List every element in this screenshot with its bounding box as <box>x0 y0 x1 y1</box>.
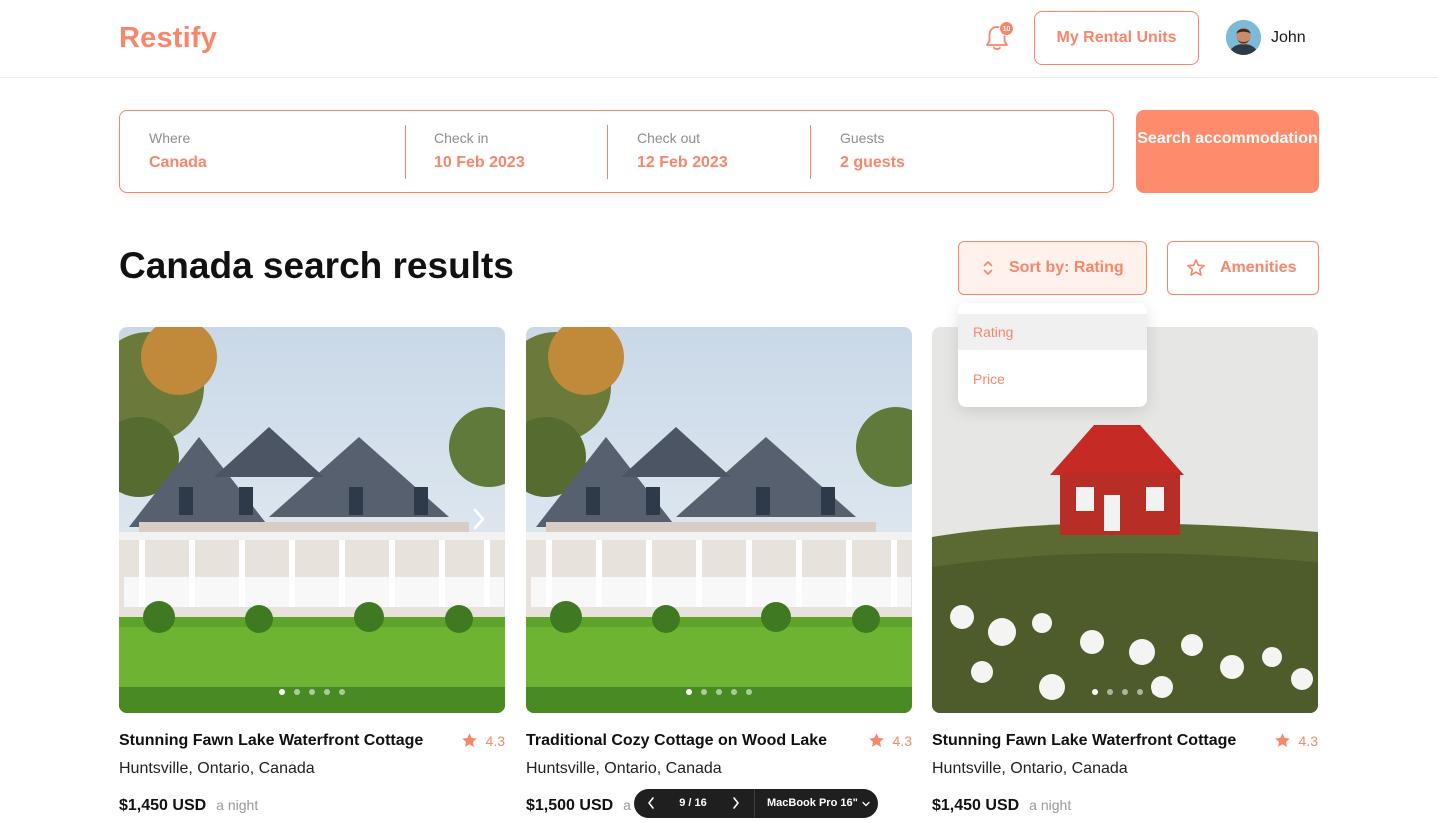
logo[interactable]: Restify <box>119 22 217 55</box>
listing-price: $1,450 USD a night <box>119 797 258 815</box>
pagination-dot[interactable] <box>731 689 737 695</box>
pagination-dot[interactable] <box>701 689 707 695</box>
star-icon <box>868 733 884 747</box>
listing-location: Huntsville, Ontario, Canada <box>119 760 315 777</box>
sort-arrows-icon <box>981 259 995 277</box>
user-name: John <box>1271 28 1306 46</box>
price-period: a night <box>1029 797 1072 813</box>
pagination-dot[interactable] <box>339 689 345 695</box>
listing-rating: 4.3 <box>868 732 912 749</box>
sort-dropdown-menu: Rating Price <box>958 303 1147 407</box>
pagination-dot[interactable] <box>279 689 285 695</box>
star-icon <box>1274 733 1290 747</box>
where-value: Canada <box>149 154 207 171</box>
photo-pagination <box>932 689 1318 695</box>
notification-badge: 10 <box>999 21 1014 36</box>
chevron-down-icon[interactable] <box>862 799 870 807</box>
guests-field[interactable]: Guests 2 guests <box>840 111 1090 191</box>
listing-photo[interactable] <box>526 327 912 713</box>
star-icon <box>461 733 477 747</box>
listing-location: Huntsville, Ontario, Canada <box>526 760 722 777</box>
prototype-toolbar: 9 / 16 MacBook Pro 16" <box>634 789 878 818</box>
check-in-value: 10 Feb 2023 <box>434 154 525 171</box>
price-value: $1,500 USD <box>526 797 614 814</box>
top-nav: Restify 10 My Rental Units John <box>0 0 1438 78</box>
photo-pagination <box>526 689 912 695</box>
page-indicator: 9 / 16 <box>679 797 707 809</box>
pagination-dot[interactable] <box>1122 689 1128 695</box>
price-value: $1,450 USD <box>932 797 1020 814</box>
divider <box>754 789 755 818</box>
listing-title[interactable]: Traditional Cozy Cottage on Wood Lake <box>526 732 827 750</box>
amenities-label: Amenities <box>1220 259 1297 276</box>
divider <box>405 125 406 179</box>
where-field[interactable]: Where Canada <box>149 111 399 191</box>
check-out-value: 12 Feb 2023 <box>637 154 728 171</box>
search-accommodation-button[interactable]: Search accommodation <box>1136 110 1319 193</box>
device-selector[interactable]: MacBook Pro 16" <box>767 797 858 809</box>
listing-title[interactable]: Stunning Fawn Lake Waterfront Cottage <box>932 732 1236 750</box>
divider <box>810 125 811 179</box>
guests-value: 2 guests <box>840 154 905 171</box>
pagination-dot[interactable] <box>716 689 722 695</box>
photo-pagination <box>119 689 505 695</box>
sort-option-rating[interactable]: Rating <box>958 314 1147 350</box>
listing-photo[interactable] <box>119 327 505 713</box>
rating-value: 4.3 <box>1298 732 1318 749</box>
price-value: $1,450 USD <box>119 797 207 814</box>
guests-label: Guests <box>840 130 885 146</box>
avatar <box>1226 20 1261 55</box>
pagination-dot[interactable] <box>1092 689 1098 695</box>
divider <box>607 125 608 179</box>
chevron-left-icon[interactable] <box>646 796 656 810</box>
search-bar: Where Canada Check in 10 Feb 2023 Check … <box>119 110 1114 193</box>
listing-rating: 4.3 <box>1274 732 1318 749</box>
star-outline-icon <box>1186 258 1206 278</box>
listing-card[interactable]: Traditional Cozy Cottage on Wood Lake 4.… <box>526 327 912 814</box>
user-menu[interactable]: John <box>1226 20 1306 55</box>
sort-label: Sort by: Rating <box>1009 259 1124 276</box>
next-photo-chevron-icon[interactable] <box>471 507 487 531</box>
pagination-dot[interactable] <box>686 689 692 695</box>
listing-title[interactable]: Stunning Fawn Lake Waterfront Cottage <box>119 732 423 750</box>
pagination-dot[interactable] <box>309 689 315 695</box>
check-in-label: Check in <box>434 130 489 146</box>
rating-value: 4.3 <box>892 732 912 749</box>
pagination-dot[interactable] <box>324 689 330 695</box>
chevron-right-icon[interactable] <box>731 796 741 810</box>
check-out-label: Check out <box>637 130 701 146</box>
listing-card[interactable]: Stunning Fawn Lake Waterfront Cottage 4.… <box>119 327 505 814</box>
sort-button[interactable]: Sort by: Rating <box>958 241 1147 295</box>
pagination-dot[interactable] <box>746 689 752 695</box>
check-in-field[interactable]: Check in 10 Feb 2023 <box>434 111 604 191</box>
pagination-dot[interactable] <box>1137 689 1143 695</box>
listing-location: Huntsville, Ontario, Canada <box>932 760 1128 777</box>
my-rental-units-button[interactable]: My Rental Units <box>1034 11 1199 65</box>
pagination-dot[interactable] <box>294 689 300 695</box>
pagination-dot[interactable] <box>1152 689 1158 695</box>
page-title: Canada search results <box>119 245 514 286</box>
listing-price: $1,450 USD a night <box>932 797 1071 815</box>
rating-value: 4.3 <box>485 732 505 749</box>
amenities-button[interactable]: Amenities <box>1167 241 1319 295</box>
sort-option-price[interactable]: Price <box>958 361 1147 397</box>
listing-rating: 4.3 <box>461 732 505 749</box>
check-out-field[interactable]: Check out 12 Feb 2023 <box>637 111 807 191</box>
price-period: a night <box>216 797 259 813</box>
where-label: Where <box>149 130 191 146</box>
pagination-dot[interactable] <box>1107 689 1113 695</box>
